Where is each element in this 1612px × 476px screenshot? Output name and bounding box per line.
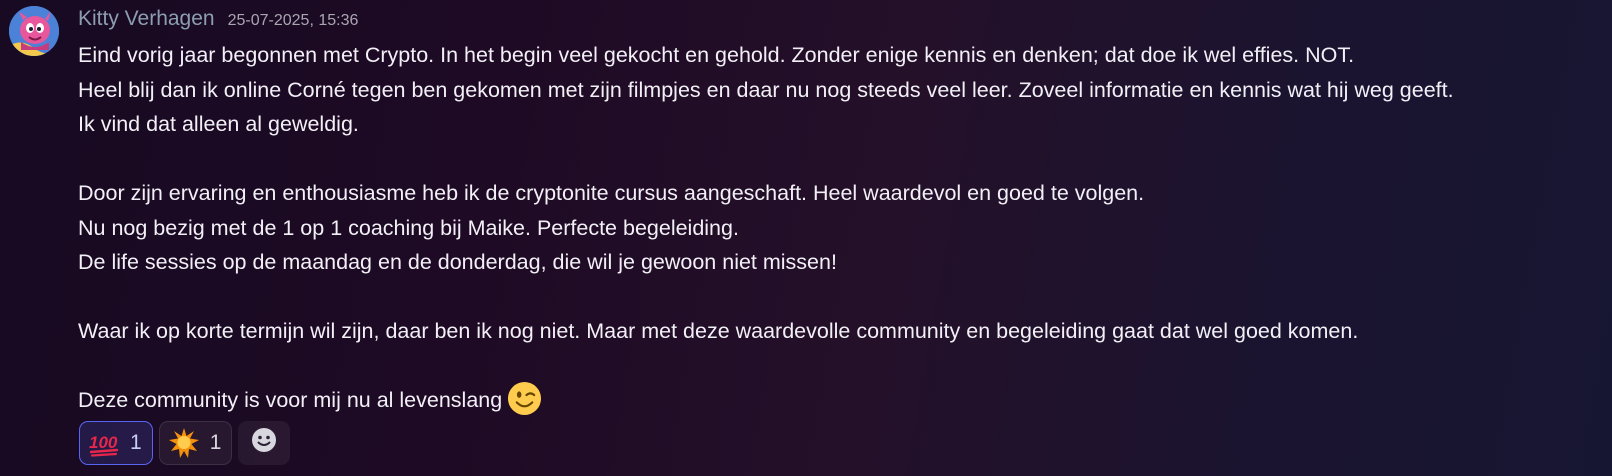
reaction-hundred-points[interactable]: 100 1 [79,421,153,465]
message-last-line: Deze community is voor mij nu al levensl… [78,381,1608,418]
message-content: Eind vorig jaar begonnen met Crypto. In … [78,38,1608,418]
message-line: Deze community is voor mij nu al levensl… [78,388,503,412]
chat-message: Kitty Verhagen 25-07-2025, 15:36 Eind vo… [0,0,1612,476]
reaction-count: 1 [209,431,222,454]
message-line: Waar ik op korte termijn wil zijn, daar … [78,319,1359,343]
author-name[interactable]: Kitty Verhagen [78,7,215,31]
message-line: De life sessies op de maandag en de dond… [78,250,837,274]
message-line: Eind vorig jaar begonnen met Crypto. In … [78,43,1355,67]
add-reaction-button[interactable] [238,421,291,465]
winking-face-emoji-icon [507,381,542,416]
reaction-count: 1 [130,431,142,454]
message-timestamp: 25-07-2025, 15:36 [227,12,359,29]
reaction-sun-burst[interactable]: 1 [158,421,233,465]
hundred-points-emoji-icon: 100 [88,427,120,459]
message-header: Kitty Verhagen 25-07-2025, 15:36 [78,7,358,35]
message-line: Heel blij dan ik online Corné tegen ben … [78,77,1454,102]
message-line: Ik vind dat alleen al geweldig. [78,112,359,136]
message-line: Door zijn ervaring en enthousiasme heb i… [78,181,1145,205]
reactions-bar: 100 1 1 [79,421,291,465]
smiley-add-reaction-icon [250,426,278,460]
sun-burst-emoji-icon [168,427,200,459]
message-line: Nu nog bezig met de 1 op 1 coaching bij … [78,215,739,240]
pink-character-avatar-icon [9,6,59,56]
avatar[interactable] [9,6,59,56]
